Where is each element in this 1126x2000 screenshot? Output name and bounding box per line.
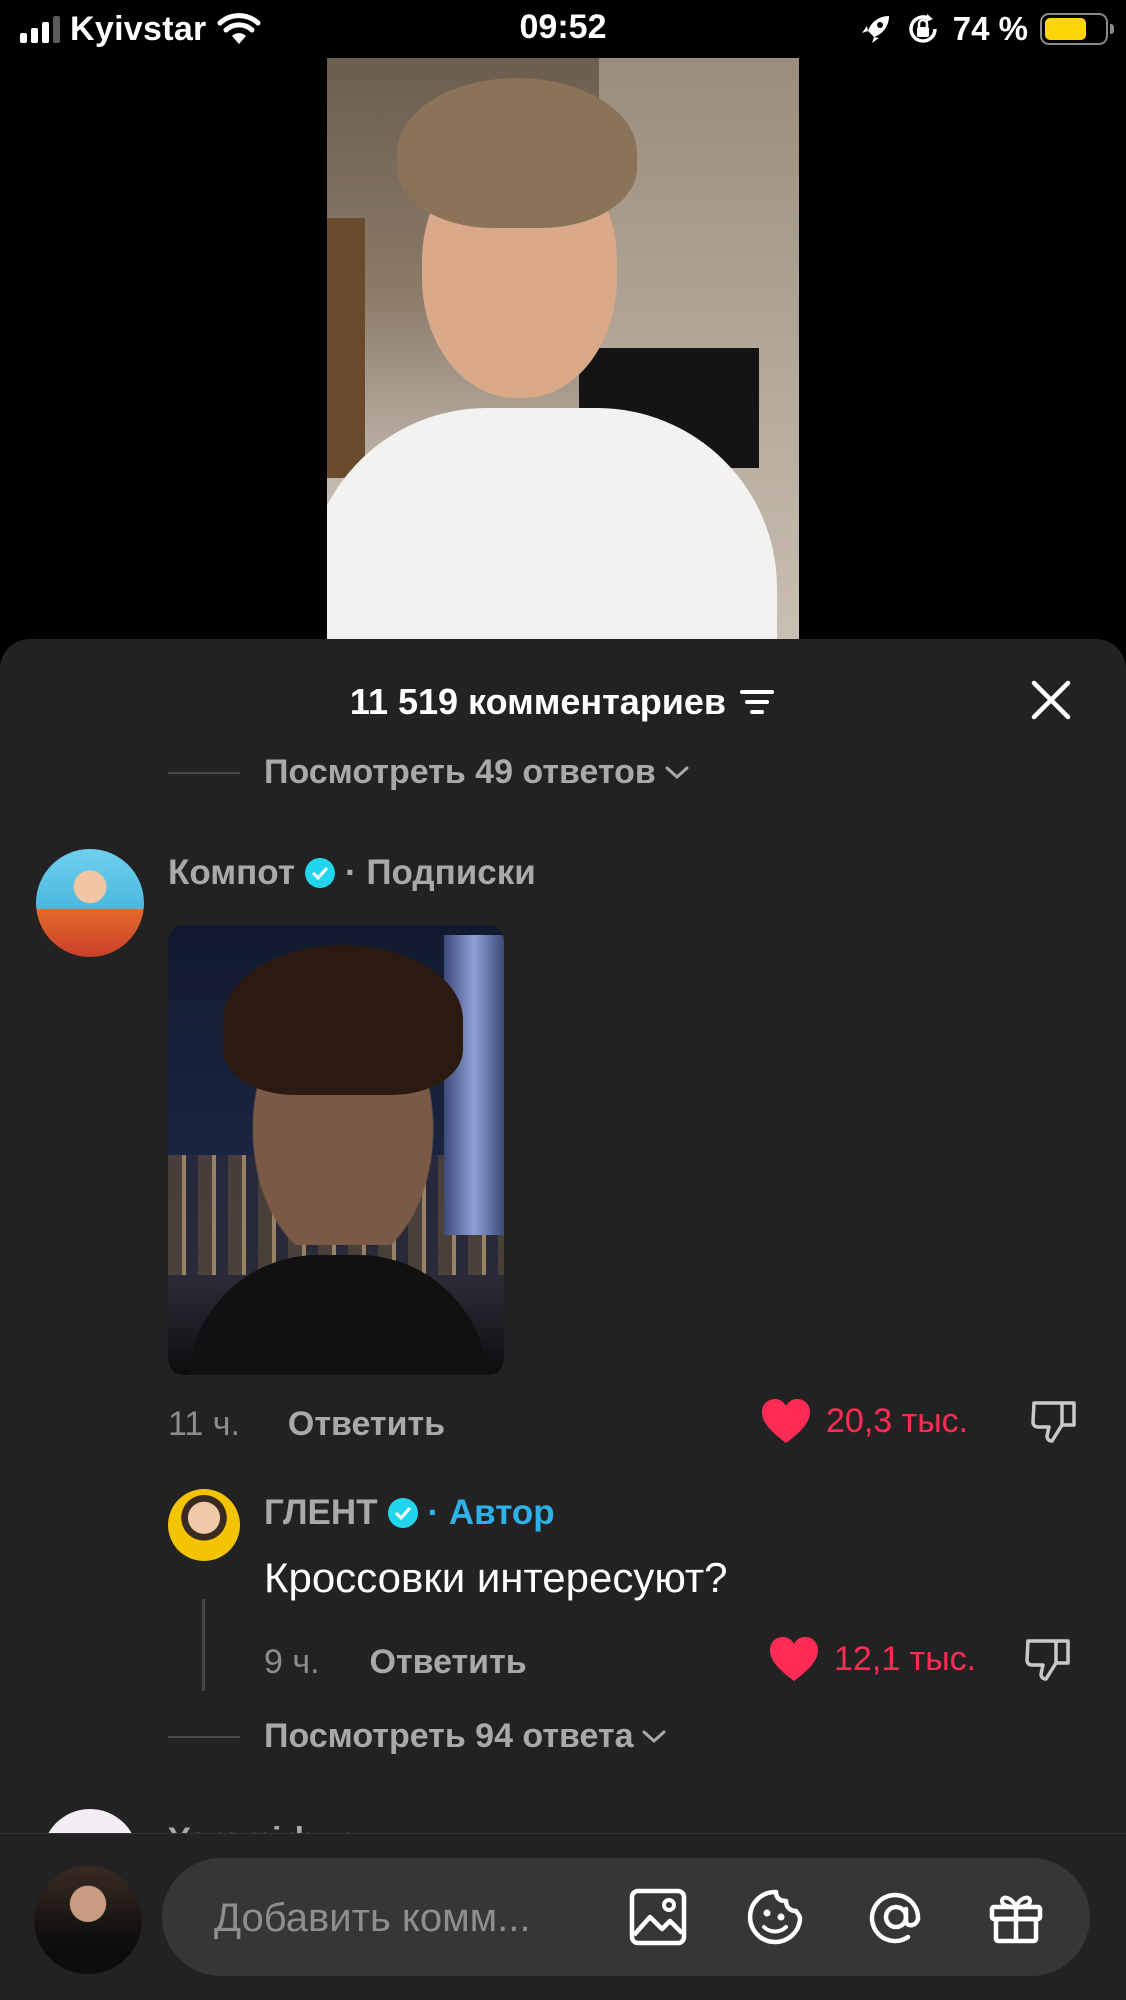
- comments-sheet: 11 519 комментариев Посмотреть 49 ответо…: [0, 639, 1126, 2000]
- comment-username[interactable]: Компот: [168, 853, 295, 893]
- comments-header: 11 519 комментариев: [0, 639, 1126, 759]
- reply-time: 9 ч.: [264, 1643, 320, 1681]
- dislike-icon[interactable]: [1028, 1395, 1080, 1447]
- comment-count-row[interactable]: 11 519 комментариев: [0, 681, 1126, 723]
- thread-line: [202, 1599, 205, 1691]
- battery-fill: [1045, 18, 1087, 40]
- comment-input-bar: [0, 1833, 1126, 2000]
- comment-meta: 11 ч. Ответить: [168, 1405, 445, 1444]
- rotation-lock-icon: [909, 14, 937, 43]
- dislike-icon[interactable]: [1022, 1633, 1074, 1685]
- video-preview[interactable]: [327, 58, 799, 640]
- reply-meta: 9 ч. Ответить: [264, 1643, 527, 1682]
- avatar-kompot[interactable]: [36, 849, 144, 957]
- reply-relation: · Автор: [427, 1493, 555, 1532]
- reply-username[interactable]: ГЛЕНТ: [264, 1493, 378, 1533]
- battery-percent: 74 %: [952, 10, 1028, 47]
- comment-relation: · Подписки: [344, 853, 536, 892]
- comment-like-count: 20,3 тыс.: [826, 1401, 969, 1440]
- comment-count: 11 519 комментариев: [349, 681, 727, 722]
- reply-text: Кроссовки интересуют?: [264, 1554, 728, 1601]
- close-icon[interactable]: [1028, 677, 1074, 723]
- image-icon[interactable]: [628, 1887, 688, 1947]
- comment-like-button[interactable]: 20,3 тыс.: [760, 1397, 968, 1445]
- sort-icon[interactable]: [738, 687, 776, 717]
- reply-header: ГЛЕНТ · Автор: [264, 1493, 555, 1533]
- reply-reply-button[interactable]: Ответить: [370, 1643, 527, 1682]
- status-bar: Kyivstar 09:52 74 %: [0, 0, 1126, 58]
- comment-image[interactable]: [168, 925, 504, 1375]
- comment-header: Компот · Подписки: [168, 853, 536, 893]
- comment-input-pill[interactable]: [162, 1858, 1090, 1978]
- view-replies-label: Посмотреть 94 ответа: [264, 1717, 634, 1755]
- emoji-icon[interactable]: [746, 1887, 806, 1947]
- comment-time: 11 ч.: [168, 1405, 240, 1443]
- view-replies-button-top[interactable]: Посмотреть 49 ответов: [168, 753, 690, 792]
- verified-icon: [387, 1498, 418, 1528]
- chevron-down-icon: [642, 1730, 666, 1743]
- comment-input[interactable]: [212, 1858, 596, 1978]
- my-avatar[interactable]: [34, 1866, 142, 1974]
- reply-like-count: 12,1 тыс.: [834, 1639, 977, 1678]
- divider-line: [168, 771, 240, 774]
- heart-icon: [770, 1637, 818, 1681]
- reply-like-button[interactable]: 12,1 тыс.: [768, 1635, 976, 1683]
- comment-reply-button[interactable]: Ответить: [288, 1405, 445, 1444]
- rocket-icon: [861, 16, 889, 43]
- view-replies-button-bottom[interactable]: Посмотреть 94 ответа: [168, 1717, 667, 1756]
- mention-icon[interactable]: [866, 1887, 926, 1947]
- avatar-glent[interactable]: [168, 1489, 240, 1561]
- heart-icon: [762, 1399, 810, 1443]
- gift-icon[interactable]: [986, 1887, 1046, 1947]
- chevron-down-icon: [665, 766, 689, 779]
- verified-icon: [304, 858, 335, 888]
- view-replies-label: Посмотреть 49 ответов: [264, 753, 656, 791]
- battery-icon: [1040, 13, 1114, 45]
- divider-line: [168, 1735, 240, 1738]
- status-right: 74 %: [859, 8, 1114, 50]
